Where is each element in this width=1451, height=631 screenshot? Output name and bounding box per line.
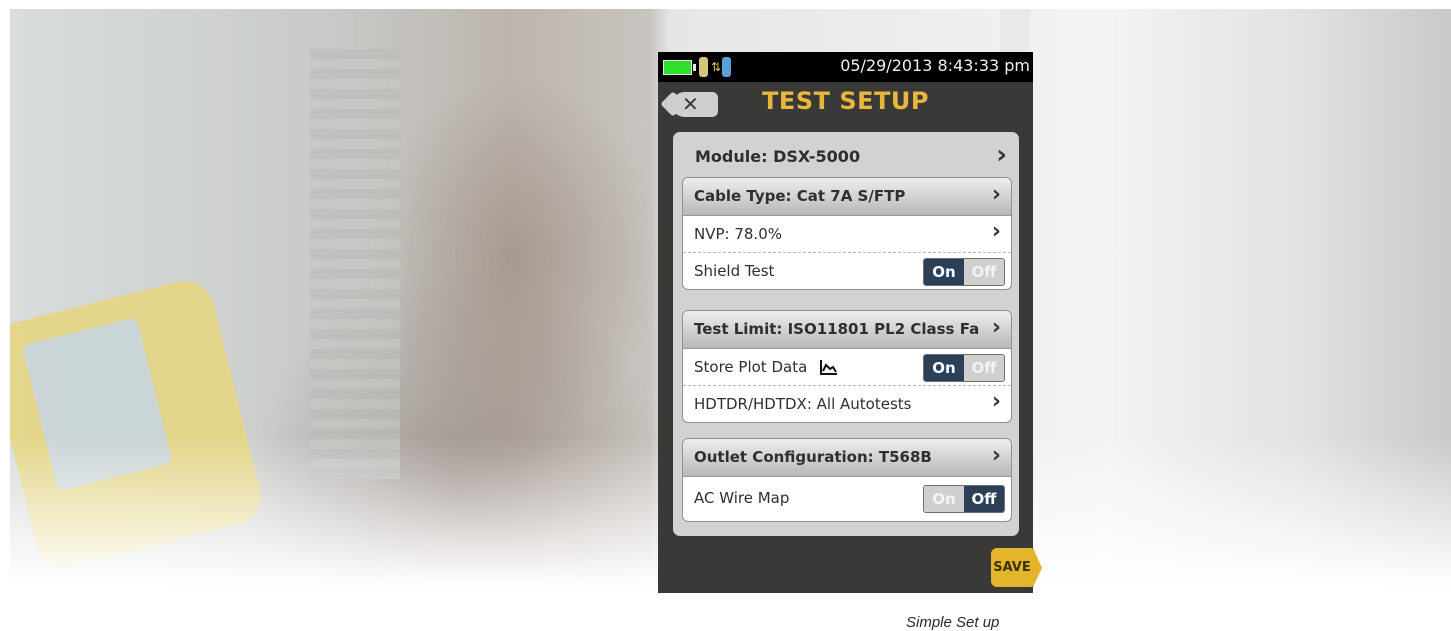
- toggle-off[interactable]: Off: [964, 355, 1004, 381]
- page-title: TEST SETUP: [762, 87, 929, 115]
- device-screen: ⇅ 05/29/2013 8:43:33 pm ✕ TEST SETUP Mod…: [658, 52, 1042, 593]
- outlet-group: Outlet Configuration: T568B › AC Wire Ma…: [682, 438, 1012, 522]
- cable-group: Cable Type: Cat 7A S/FTP › NVP: 78.0% › …: [682, 177, 1012, 290]
- cable-type-label: Cable Type: Cat 7A S/FTP: [694, 187, 906, 205]
- handheld-tester-image: [10, 274, 267, 574]
- module-row[interactable]: Module: DSX-5000 ›: [683, 136, 1015, 176]
- hdtdr-label: HDTDR/HDTDX: All Autotests: [694, 395, 912, 413]
- status-bar: ⇅ 05/29/2013 8:43:33 pm: [658, 52, 1033, 82]
- store-plot-toggle[interactable]: On Off: [923, 354, 1005, 382]
- test-limit-row[interactable]: Test Limit: ISO11801 PL2 Class Fa ›: [683, 311, 1011, 349]
- tester-screen-image: [21, 317, 173, 492]
- module-label: Module: DSX-5000: [695, 147, 861, 166]
- chevron-right-icon: ›: [991, 219, 1001, 244]
- limit-group: Test Limit: ISO11801 PL2 Class Fa › Stor…: [682, 310, 1012, 423]
- ac-wire-map-toggle[interactable]: On Off: [923, 485, 1005, 513]
- shield-test-label: Shield Test: [694, 262, 775, 280]
- ac-wire-map-label: AC Wire Map: [694, 489, 790, 507]
- title-bar: ✕ TEST SETUP: [658, 82, 1033, 130]
- datetime: 05/29/2013 8:43:33 pm: [840, 56, 1030, 75]
- outlet-config-row[interactable]: Outlet Configuration: T568B ›: [683, 439, 1011, 477]
- bottom-bar: SAVE: [658, 542, 1042, 593]
- store-plot-label: Store Plot Data: [694, 358, 808, 376]
- remote-connection-icon: ⇅: [699, 57, 733, 77]
- settings-panel: Module: DSX-5000 › Cable Type: Cat 7A S/…: [673, 132, 1019, 536]
- save-button[interactable]: SAVE: [991, 548, 1042, 587]
- test-limit-label: Test Limit: ISO11801 PL2 Class Fa: [694, 320, 980, 338]
- chevron-right-icon: ›: [991, 182, 1001, 207]
- nvp-label: NVP: 78.0%: [694, 225, 783, 243]
- toggle-off[interactable]: Off: [964, 486, 1004, 512]
- plot-data-icon: [820, 360, 837, 375]
- shield-test-row: Shield Test On Off: [683, 253, 1011, 289]
- chevron-right-icon: ›: [991, 315, 1001, 340]
- hdtdr-row[interactable]: HDTDR/HDTDX: All Autotests ›: [683, 386, 1011, 422]
- image-caption: Simple Set up: [906, 614, 1000, 631]
- nvp-row[interactable]: NVP: 78.0% ›: [683, 216, 1011, 253]
- chevron-right-icon: ›: [996, 140, 1007, 170]
- ac-wire-map-row: AC Wire Map On Off: [683, 477, 1011, 521]
- chevron-right-icon: ›: [991, 389, 1001, 414]
- toggle-on[interactable]: On: [924, 259, 964, 285]
- shield-test-toggle[interactable]: On Off: [923, 258, 1005, 286]
- battery-icon: [663, 60, 696, 75]
- toggle-on[interactable]: On: [924, 355, 964, 381]
- store-plot-row: Store Plot Data On Off: [683, 349, 1011, 386]
- cable-type-row[interactable]: Cable Type: Cat 7A S/FTP ›: [683, 178, 1011, 216]
- network-rack: [310, 49, 400, 479]
- toggle-off[interactable]: Off: [964, 259, 1004, 285]
- outlet-config-label: Outlet Configuration: T568B: [694, 448, 932, 466]
- toggle-on[interactable]: On: [924, 486, 964, 512]
- chevron-right-icon: ›: [991, 443, 1001, 468]
